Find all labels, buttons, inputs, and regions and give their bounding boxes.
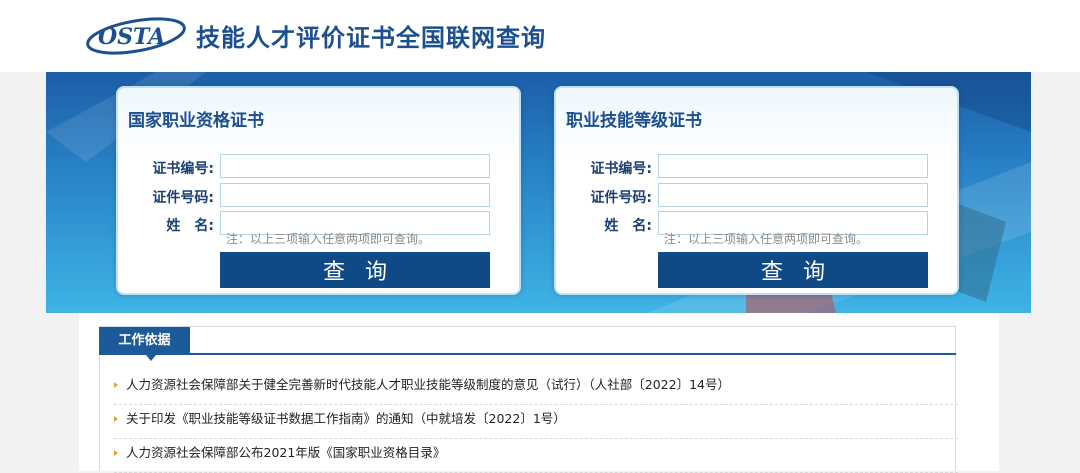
basis-list: 人力资源社会保障部关于健全完善新时代技能人才职业技能等级制度的意见（试行）（人社… <box>114 371 958 473</box>
basis-link-text[interactable]: 人力资源社会保障部公布2021年版《国家职业资格目录》 <box>126 445 445 460</box>
basis-link[interactable]: 关于印发《职业技能等级证书数据工作指南》的通知（中就培发〔2022〕1号） <box>114 405 958 439</box>
card-title: 职业技能等级证书 <box>566 111 702 131</box>
query-button[interactable]: 查询 <box>220 252 490 288</box>
id-number-input[interactable] <box>658 183 928 207</box>
bullet-icon <box>114 416 118 422</box>
vocational-qualification-card: 国家职业资格证书 证书编号: 证件号码: 姓 名: 注：以上三项输入任意两项即可… <box>116 86 521 295</box>
query-button[interactable]: 查询 <box>658 252 928 288</box>
basis-link[interactable]: 人力资源社会保障部关于健全完善新时代技能人才职业技能等级制度的意见（试行）（人社… <box>114 371 958 405</box>
basis-link[interactable]: 人力资源社会保障部公布2021年版《国家职业资格目录》 <box>114 439 958 473</box>
basis-link-text[interactable]: 人力资源社会保障部关于健全完善新时代技能人才职业技能等级制度的意见（试行）（人社… <box>126 377 730 392</box>
search-banner: 国家职业资格证书 证书编号: 证件号码: 姓 名: 注：以上三项输入任意两项即可… <box>46 72 1031 313</box>
bullet-icon <box>114 450 118 456</box>
id-number-label: 证件号码: <box>590 190 652 206</box>
site-header: OSTA 技能人才评价证书全国联网查询 <box>0 0 1080 72</box>
id-number-input[interactable] <box>220 183 490 207</box>
tab-underline <box>99 353 956 355</box>
certificate-number-input[interactable] <box>658 154 928 178</box>
certificate-number-input[interactable] <box>220 154 490 178</box>
bullet-icon <box>114 382 118 388</box>
certificate-number-label: 证书编号: <box>152 161 214 177</box>
name-label: 姓 名: <box>166 218 214 234</box>
name-label: 姓 名: <box>604 218 652 234</box>
query-note: 注：以上三项输入任意两项即可查询。 <box>226 232 431 246</box>
svg-text:OSTA: OSTA <box>98 24 165 50</box>
query-note: 注：以上三项输入任意两项即可查询。 <box>664 232 869 246</box>
tab-work-basis[interactable]: 工作依据 <box>99 327 190 354</box>
id-number-label: 证件号码: <box>152 190 214 206</box>
certificate-number-label: 证书编号: <box>590 161 652 177</box>
basis-link-text[interactable]: 关于印发《职业技能等级证书数据工作指南》的通知（中就培发〔2022〕1号） <box>126 411 566 426</box>
site-title: 技能人才评价证书全国联网查询 <box>196 24 546 52</box>
card-title: 国家职业资格证书 <box>128 111 264 131</box>
tab-pointer-icon <box>146 355 156 361</box>
content-panel: 工作依据 人力资源社会保障部关于健全完善新时代技能人才职业技能等级制度的意见（试… <box>79 313 999 473</box>
osta-logo: OSTA <box>86 17 186 55</box>
skill-level-card: 职业技能等级证书 证书编号: 证件号码: 姓 名: 注：以上三项输入任意两项即可… <box>554 86 959 295</box>
work-basis-section: 工作依据 人力资源社会保障部关于健全完善新时代技能人才职业技能等级制度的意见（试… <box>99 326 958 473</box>
